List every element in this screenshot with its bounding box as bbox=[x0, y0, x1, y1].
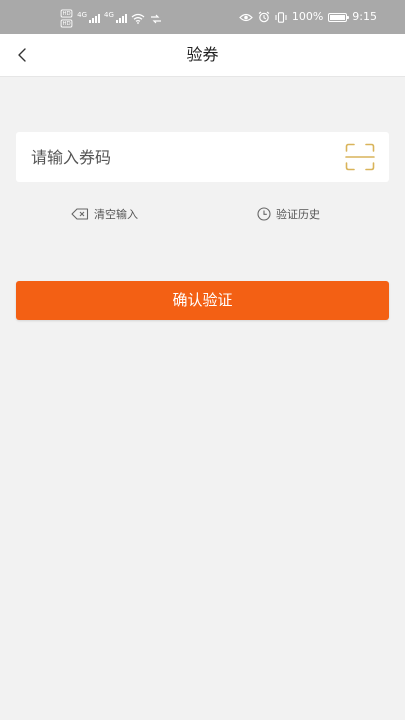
status-left: HD HD 4G 4G bbox=[60, 9, 163, 28]
action-row: 清空输入 验证历史 bbox=[0, 203, 405, 225]
eye-icon bbox=[238, 13, 253, 21]
data-transfer-icon bbox=[150, 14, 161, 23]
page-title: 验券 bbox=[186, 45, 219, 64]
clear-input-label: 清空输入 bbox=[94, 208, 138, 221]
hd-badge-2: HD bbox=[60, 19, 73, 28]
signal-icon bbox=[89, 14, 101, 23]
clear-input-button[interactable]: 清空输入 bbox=[71, 203, 138, 225]
battery-icon bbox=[328, 12, 350, 22]
coupon-code-input[interactable] bbox=[16, 132, 326, 182]
hd-badge-1: HD bbox=[60, 9, 73, 18]
status-bar: HD HD 4G 4G 100% 9:15 bbox=[0, 0, 405, 34]
vibrate-icon bbox=[275, 11, 287, 23]
status-right: 100% 9:15 bbox=[238, 10, 377, 23]
alarm-icon bbox=[258, 11, 270, 23]
network-type-2: 4G bbox=[104, 10, 114, 19]
status-time: 9:15 bbox=[352, 10, 377, 23]
backspace-icon bbox=[71, 208, 89, 220]
battery-level bbox=[330, 14, 346, 20]
scan-button[interactable] bbox=[345, 143, 375, 171]
scan-icon bbox=[345, 143, 375, 171]
clock-icon bbox=[257, 207, 271, 221]
nav-bar: 验券 bbox=[0, 34, 405, 77]
verify-history-label: 验证历史 bbox=[276, 208, 320, 221]
signal-icon-2 bbox=[115, 14, 127, 23]
code-input-box bbox=[16, 132, 389, 182]
network-type-1: 4G bbox=[77, 10, 88, 19]
confirm-verify-button[interactable]: 确认验证 bbox=[16, 281, 389, 320]
hd-badges: HD HD bbox=[60, 9, 73, 28]
wifi-icon bbox=[131, 13, 145, 24]
verify-history-button[interactable]: 验证历史 bbox=[257, 203, 320, 225]
battery-percent: 100% bbox=[291, 10, 324, 23]
